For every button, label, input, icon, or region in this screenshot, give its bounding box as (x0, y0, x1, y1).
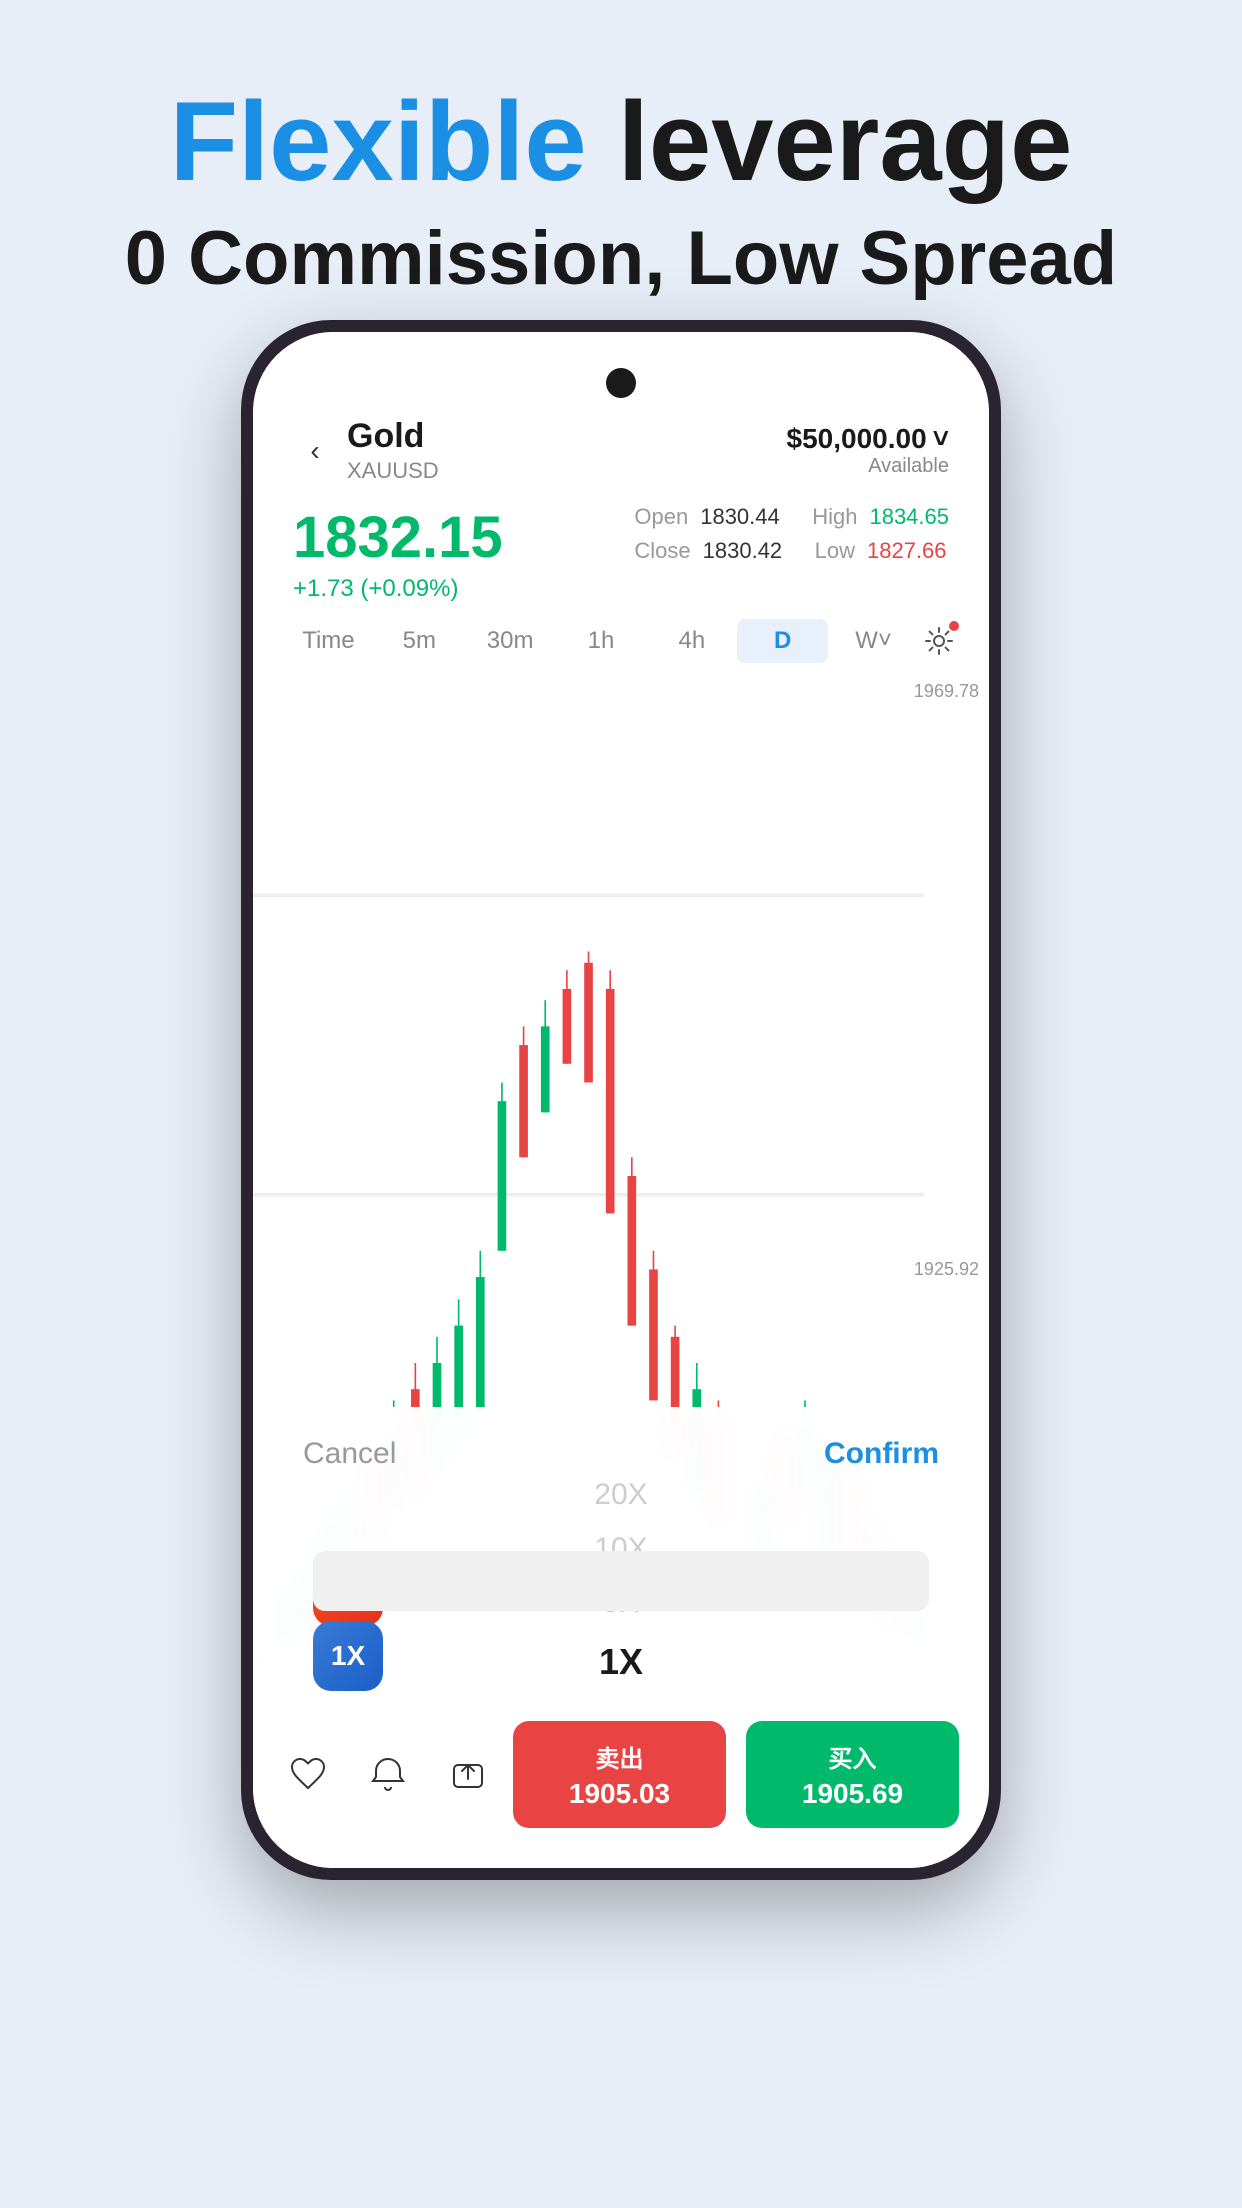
top-bar: ‹ Gold XAUUSD $50,000.00 ˅ Available (253, 332, 989, 504)
sell-button[interactable]: 卖出 1905.03 (513, 1721, 726, 1828)
flexible-text: Flexible (170, 79, 587, 204)
camera (606, 368, 636, 398)
balance-area[interactable]: $50,000.00 ˅ Available (787, 423, 950, 478)
settings-notification-dot (949, 621, 959, 631)
phone-frame: ‹ Gold XAUUSD $50,000.00 ˅ Available (241, 320, 1001, 1880)
close-val: 1830.42 (703, 538, 803, 564)
share-icon[interactable] (443, 1750, 493, 1800)
header-section: Flexible leverage 0 Commission, Low Spre… (0, 0, 1242, 344)
sell-price: 1905.03 (523, 1778, 716, 1810)
tab-4h[interactable]: 4h (646, 619, 737, 663)
high-val: 1834.65 (869, 504, 949, 530)
picker-wheel-container[interactable]: NX 20X 10X 5X 1X 1X (253, 1481, 989, 1701)
price-change: +1.73 (+0.09%) (293, 575, 634, 603)
price-label-high: 1969.78 (914, 681, 979, 702)
asset-pair: XAUUSD (347, 458, 787, 484)
low-val: 1827.66 (867, 538, 947, 564)
current-price: 1832.15 (293, 504, 634, 571)
picker-header: Cancel Confirm (253, 1407, 989, 1481)
leverage-picker-panel: Cancel Confirm NX 20X 10X 5X 1X (253, 1407, 989, 1868)
confirm-button[interactable]: Confirm (824, 1437, 939, 1471)
tab-30m[interactable]: 30m (465, 619, 556, 663)
balance-label: Available (787, 455, 950, 478)
close-label: Close (634, 538, 690, 564)
leverage-text: leverage (587, 79, 1073, 204)
action-icons (283, 1750, 493, 1800)
open-label: Open (634, 504, 688, 530)
time-tabs: Time 5m 30m 1h 4h D W˅ (253, 619, 989, 671)
high-label: High (812, 504, 857, 530)
asset-name: Gold (347, 417, 787, 456)
picker-item-20x[interactable]: 20X (594, 1481, 647, 1522)
buy-price: 1905.69 (756, 1778, 949, 1810)
price-label-mid: 1925.92 (914, 1259, 979, 1280)
favorite-icon[interactable] (283, 1750, 333, 1800)
tab-5m[interactable]: 5m (374, 619, 465, 663)
balance-value: $50,000.00 ˅ (787, 423, 950, 455)
tab-time[interactable]: Time (283, 619, 374, 663)
sell-label: 卖出 (523, 1739, 716, 1774)
tab-d[interactable]: D (737, 619, 828, 663)
tab-1h[interactable]: 1h (556, 619, 647, 663)
price-section: 1832.15 +1.73 (+0.09%) Open 1830.44 High… (253, 504, 989, 619)
phone-inner: ‹ Gold XAUUSD $50,000.00 ˅ Available (253, 332, 989, 1868)
back-button[interactable]: ‹ (293, 429, 337, 473)
open-val: 1830.44 (700, 504, 800, 530)
buy-label: 买入 (756, 1739, 949, 1774)
onex-logo: 1X (313, 1621, 383, 1691)
tab-w[interactable]: W˅ (828, 619, 919, 663)
price-row-wrapper: 1832.15 +1.73 (+0.09%) Open 1830.44 High… (293, 504, 949, 603)
bottom-actions: 卖出 1905.03 买入 1905.69 (253, 1701, 989, 1868)
cancel-button[interactable]: Cancel (303, 1437, 396, 1471)
settings-icon[interactable] (919, 621, 959, 661)
header-title: Flexible leverage (0, 80, 1242, 203)
buy-button[interactable]: 买入 1905.69 (746, 1721, 959, 1828)
low-label: Low (815, 538, 855, 564)
picker-item-1x[interactable]: 1X (599, 1630, 643, 1681)
asset-info: Gold XAUUSD (337, 417, 787, 484)
alert-icon[interactable] (363, 1750, 413, 1800)
header-subtitle: 0 Commission, Low Spread (0, 213, 1242, 304)
picker-highlight (313, 1551, 929, 1611)
phone-wrapper: ‹ Gold XAUUSD $50,000.00 ˅ Available (241, 320, 1001, 1880)
app-screen: ‹ Gold XAUUSD $50,000.00 ˅ Available (253, 332, 989, 1868)
